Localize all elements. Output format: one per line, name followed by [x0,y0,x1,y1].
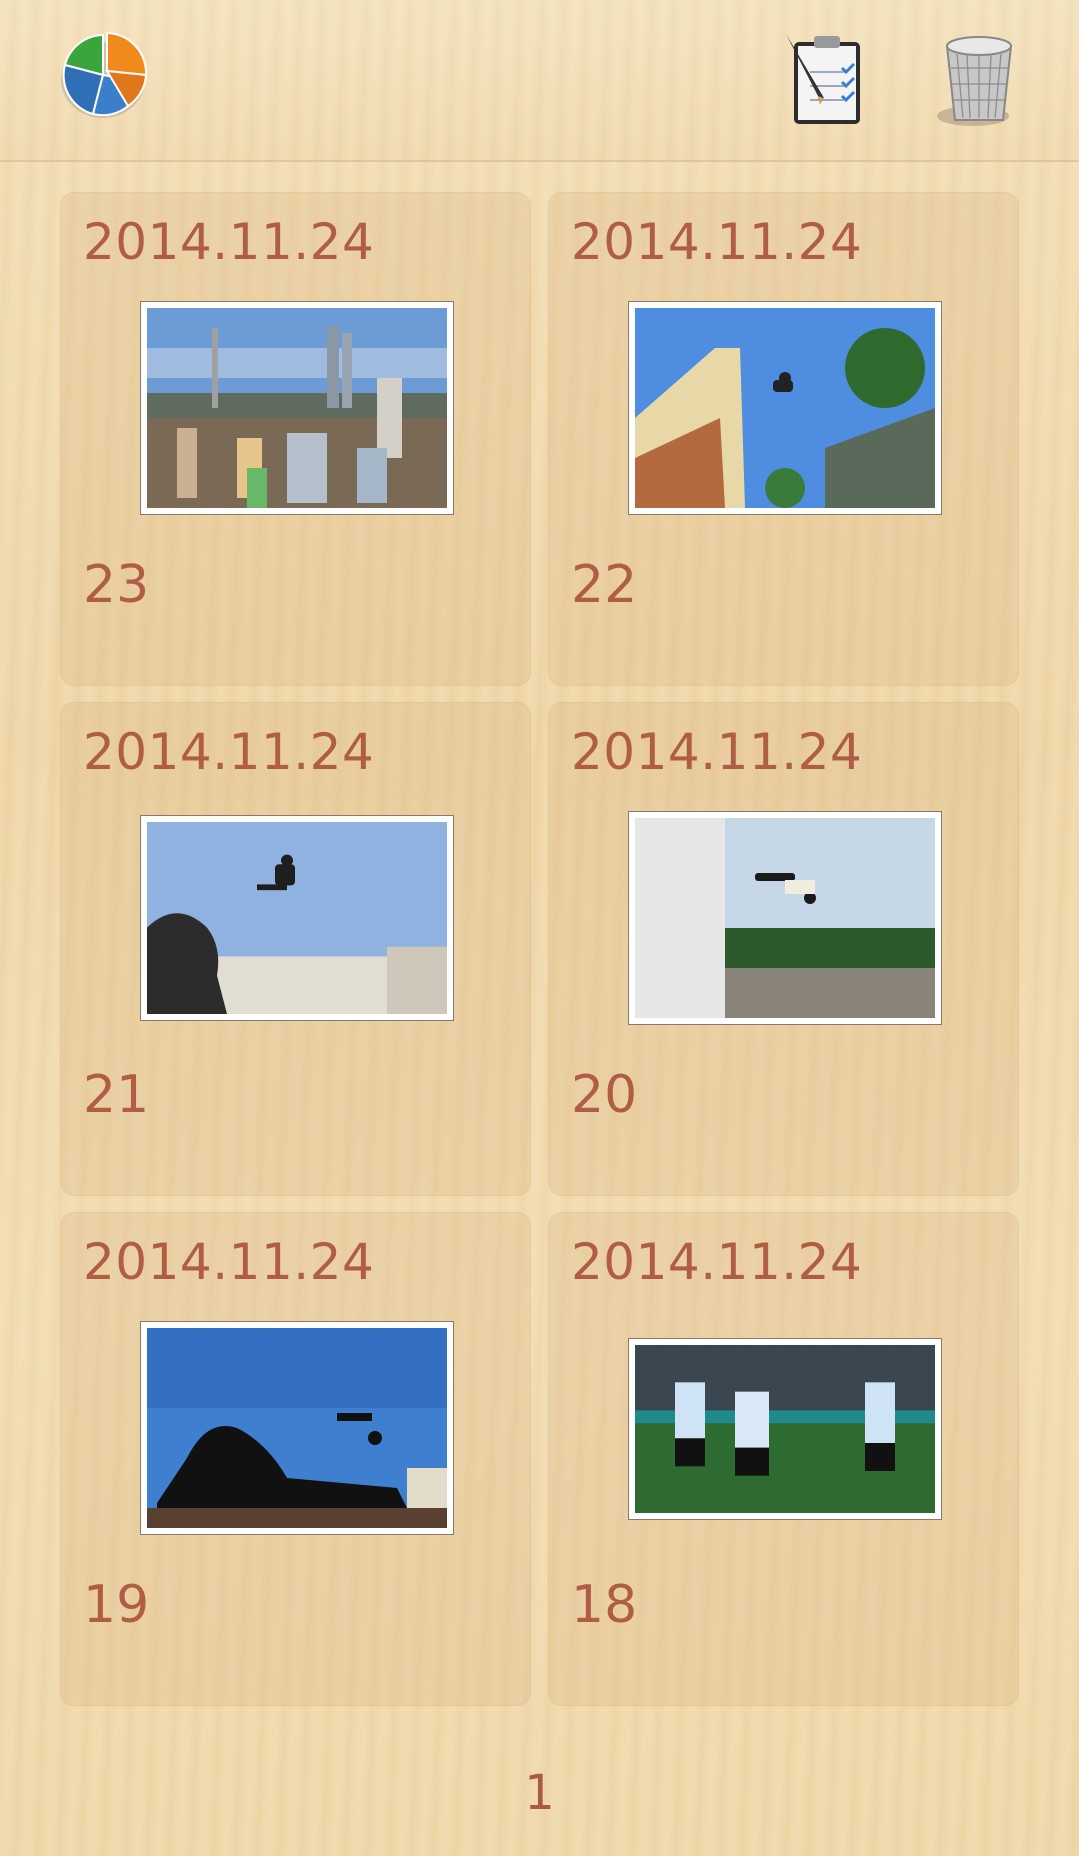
card-count: 18 [571,1575,638,1635]
rooftop-flip-thumbnail[interactable] [628,301,942,515]
album-card[interactable]: 2014.11.24 23 [60,192,531,686]
card-date: 2014.11.24 [571,723,863,781]
album-card[interactable]: 2014.11.24 20 [548,702,1019,1196]
city-skyline-thumbnail[interactable] [140,301,454,515]
card-date: 2014.11.24 [571,1233,863,1291]
lion-silhouette-jump-thumbnail[interactable] [140,1321,454,1535]
card-count: 20 [571,1065,638,1125]
trash-icon[interactable] [933,28,1025,128]
wall-flip-thumbnail[interactable] [628,811,942,1025]
football-players-thumbnail[interactable] [628,1338,942,1520]
card-count: 19 [83,1575,150,1635]
top-toolbar [0,0,1079,162]
page-number: 1 [524,1765,555,1821]
lion-statue-jump-thumbnail[interactable] [140,815,454,1021]
album-card[interactable]: 2014.11.24 22 [548,192,1019,686]
album-card[interactable]: 2014.11.24 21 [60,702,531,1196]
card-count: 21 [83,1065,150,1125]
card-date: 2014.11.24 [83,1233,375,1291]
pie-chart-icon[interactable] [58,30,148,120]
card-count: 23 [83,555,150,615]
album-card[interactable]: 2014.11.24 18 [548,1212,1019,1706]
card-date: 2014.11.24 [571,213,863,271]
album-card[interactable]: 2014.11.24 19 [60,1212,531,1706]
card-date: 2014.11.24 [83,723,375,781]
clipboard-checklist-icon[interactable] [780,28,872,128]
card-count: 22 [571,555,638,615]
card-date: 2014.11.24 [83,213,375,271]
